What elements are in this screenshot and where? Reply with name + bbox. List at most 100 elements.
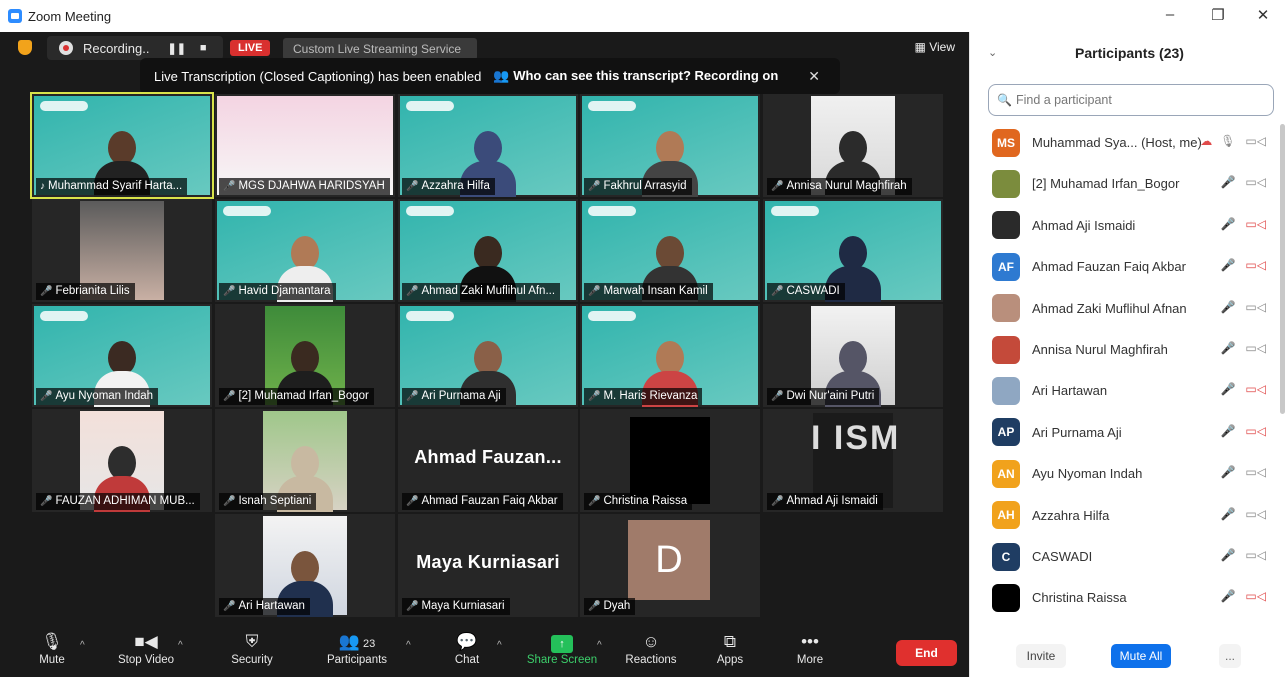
muted-mic-icon[interactable]: 🎤 xyxy=(1220,300,1235,314)
muted-mic-icon[interactable]: 🎤 xyxy=(1220,465,1235,479)
encryption-shield-icon[interactable] xyxy=(18,40,32,55)
logo-strip xyxy=(406,101,454,111)
video-tile[interactable]: Maya Kurniasari 🎤 Maya Kurniasari xyxy=(398,514,578,617)
stop-video-button[interactable]: ■◀ Stop Video xyxy=(110,632,182,666)
video-camera-icon[interactable]: ▭◁ xyxy=(1245,548,1266,562)
live-badge[interactable]: LIVE xyxy=(230,40,271,56)
muted-mic-icon[interactable]: 🎤 xyxy=(1220,507,1235,521)
share-caret-icon[interactable]: ^ xyxy=(597,640,602,651)
microphone-icon[interactable]: 🎙 xyxy=(1220,134,1235,148)
participant-row[interactable]: Ahmad Zaki Muflihul Afnan 🎤 ▭◁ xyxy=(970,288,1276,329)
video-camera-icon[interactable]: ▭◁ xyxy=(1245,341,1266,355)
participant-row[interactable]: AF Ahmad Fauzan Faiq Akbar 🎤 ▭◁ xyxy=(970,246,1276,287)
participant-row[interactable]: AP Ari Purnama Aji 🎤 ▭◁ xyxy=(970,412,1276,453)
pause-recording-icon[interactable]: ❚❚ xyxy=(167,42,185,55)
video-off-icon[interactable]: ▭◁ xyxy=(1245,258,1266,272)
video-camera-icon[interactable]: ▭◁ xyxy=(1245,134,1266,148)
view-label: View xyxy=(929,40,955,54)
participant-row[interactable]: Ari Hartawan 🎤 ▭◁ xyxy=(970,370,1276,411)
video-off-icon[interactable]: ▭◁ xyxy=(1245,424,1266,438)
close-icon[interactable]: ✕ xyxy=(1248,6,1278,24)
participant-row[interactable]: AN Ayu Nyoman Indah 🎤 ▭◁ xyxy=(970,453,1276,494)
reactions-label: Reactions xyxy=(625,654,677,666)
participants-caret-icon[interactable]: ^ xyxy=(406,640,411,651)
participant-row[interactable]: Christina Raissa 🎤 ▭◁ xyxy=(970,577,1276,618)
view-button[interactable]: ▦ View xyxy=(915,40,955,54)
participant-row[interactable]: Ahmad Aji Ismaidi 🎤 ▭◁ xyxy=(970,205,1276,246)
participants-button[interactable]: 👥 23 Participants xyxy=(320,632,394,666)
participant-row[interactable]: AH Azzahra Hilfa 🎤 ▭◁ xyxy=(970,495,1276,536)
participant-status-icons: 🎤 ▭◁ xyxy=(1220,465,1266,479)
end-meeting-button[interactable]: End xyxy=(896,640,957,666)
scrollbar[interactable] xyxy=(1280,124,1285,414)
video-tile[interactable]: 🎤 Havid Djamantara xyxy=(215,199,395,302)
video-tile[interactable]: 🎤 Ayu Nyoman Indah xyxy=(32,304,212,407)
video-tile[interactable]: 🎤 CASWADI xyxy=(763,199,943,302)
video-off-icon[interactable]: ▭◁ xyxy=(1245,382,1266,396)
video-tile[interactable]: 🎤 Ahmad Zaki Muflihul Afn... xyxy=(398,199,578,302)
invite-button[interactable]: Invite xyxy=(1016,644,1066,668)
video-tile[interactable]: 🎤 Azzahra Hilfa xyxy=(398,94,578,197)
caption-banner: Live Transcription (Closed Captioning) h… xyxy=(140,58,840,94)
minimize-icon[interactable]: – xyxy=(1155,6,1185,23)
video-tile[interactable]: Ahmad Fauzan... 🎤 Ahmad Fauzan Faiq Akbar xyxy=(398,409,578,512)
participant-search[interactable]: 🔍 xyxy=(988,84,1274,116)
video-camera-icon[interactable]: ▭◁ xyxy=(1245,507,1266,521)
video-tile[interactable]: 🎤 MGS DJAHWA HARIDSYAH xyxy=(215,94,395,197)
audio-options-caret-icon[interactable]: ^ xyxy=(80,640,85,651)
mute-button[interactable]: 🎙 Mute xyxy=(34,632,70,666)
video-tile[interactable]: 🎤 [2] Muhamad Irfan_Bogor xyxy=(215,304,395,407)
video-tile[interactable]: 🎤 M. Haris Rievanza xyxy=(580,304,760,407)
video-tile[interactable]: 🎤 Febrianita Lilis xyxy=(32,199,212,302)
participant-row[interactable]: Annisa Nurul Maghfirah 🎤 ▭◁ xyxy=(970,329,1276,370)
stream-service-dropdown[interactable]: Custom Live Streaming Service xyxy=(283,38,477,60)
stop-recording-icon[interactable]: ■ xyxy=(200,42,207,54)
ism-logo: I ISM xyxy=(811,419,901,457)
tile-name: 🎤 MGS DJAHWA HARIDSYAH xyxy=(219,178,390,195)
video-off-icon[interactable]: ▭◁ xyxy=(1245,217,1266,231)
video-camera-icon[interactable]: ▭◁ xyxy=(1245,465,1266,479)
video-tile[interactable]: 🎤 Ari Purnama Aji xyxy=(398,304,578,407)
muted-mic-icon[interactable]: 🎤 xyxy=(1220,217,1235,231)
muted-mic-icon[interactable]: 🎤 xyxy=(1220,258,1235,272)
security-button[interactable]: ⛨ Security xyxy=(226,632,278,666)
video-tile[interactable]: 🎤 Marwah Insan Kamil xyxy=(580,199,760,302)
video-tile[interactable]: I ISM 🎤 Ahmad Aji Ismaidi xyxy=(763,409,943,512)
muted-mic-icon[interactable]: 🎤 xyxy=(1220,548,1235,562)
participant-row[interactable]: C CASWADI 🎤 ▭◁ xyxy=(970,536,1276,577)
video-tile[interactable]: D 🎤 Dyah xyxy=(580,514,760,617)
video-tile[interactable]: 🎤 Fakhrul Arrasyid xyxy=(580,94,760,197)
video-tile[interactable]: 🎤 Ari Hartawan xyxy=(215,514,395,617)
video-tile[interactable]: 🎤 Christina Raissa xyxy=(580,409,760,512)
search-input[interactable] xyxy=(1015,93,1256,107)
close-banner-icon[interactable]: ✕ xyxy=(808,68,820,85)
more-options-button[interactable]: ... xyxy=(1219,644,1241,668)
muted-mic-icon[interactable]: 🎤 xyxy=(1220,589,1235,603)
reactions-button[interactable]: ☺ Reactions xyxy=(620,632,682,666)
video-tile[interactable]: 🎤 Annisa Nurul Maghfirah xyxy=(763,94,943,197)
video-camera-icon[interactable]: ▭◁ xyxy=(1245,175,1266,189)
share-screen-button[interactable]: ↑ Share Screen xyxy=(522,632,602,666)
participant-row[interactable]: MS Muhammad Sya... (Host, me) ☁ 🎙 ▭◁ xyxy=(970,122,1276,163)
mute-all-button[interactable]: Mute All xyxy=(1111,644,1171,668)
muted-mic-icon[interactable]: 🎤 xyxy=(1220,382,1235,396)
chat-button[interactable]: 💬 Chat xyxy=(450,632,484,666)
video-options-caret-icon[interactable]: ^ xyxy=(178,640,183,651)
video-tile[interactable]: 🎤 Dwi Nur'aini Putri xyxy=(763,304,943,407)
video-off-icon[interactable]: ▭◁ xyxy=(1245,589,1266,603)
video-tile[interactable]: ♪ Muhammad Syarif Harta... xyxy=(30,92,214,199)
participant-row[interactable]: [2] Muhamad Irfan_Bogor 🎤 ▭◁ xyxy=(970,163,1276,204)
apps-icon: ⧉ xyxy=(723,632,737,651)
video-camera-icon[interactable]: ▭◁ xyxy=(1245,300,1266,314)
muted-mic-icon[interactable]: 🎤 xyxy=(1220,341,1235,355)
chat-caret-icon[interactable]: ^ xyxy=(497,640,502,651)
video-tile[interactable]: 🎤 FAUZAN ADHIMAN MUB... xyxy=(32,409,212,512)
more-button[interactable]: ••• More xyxy=(790,632,830,666)
transcript-visibility-link[interactable]: 👥 Who can see this transcript? Recording… xyxy=(493,68,778,84)
muted-mic-icon[interactable]: 🎤 xyxy=(1220,175,1235,189)
video-tile[interactable]: 🎤 Isnah Septiani xyxy=(215,409,395,512)
apps-button[interactable]: ⧉ Apps xyxy=(710,632,750,666)
cloud-recording-icon xyxy=(59,41,73,55)
muted-mic-icon[interactable]: 🎤 xyxy=(1220,424,1235,438)
maximize-icon[interactable]: ❐ xyxy=(1203,6,1233,24)
